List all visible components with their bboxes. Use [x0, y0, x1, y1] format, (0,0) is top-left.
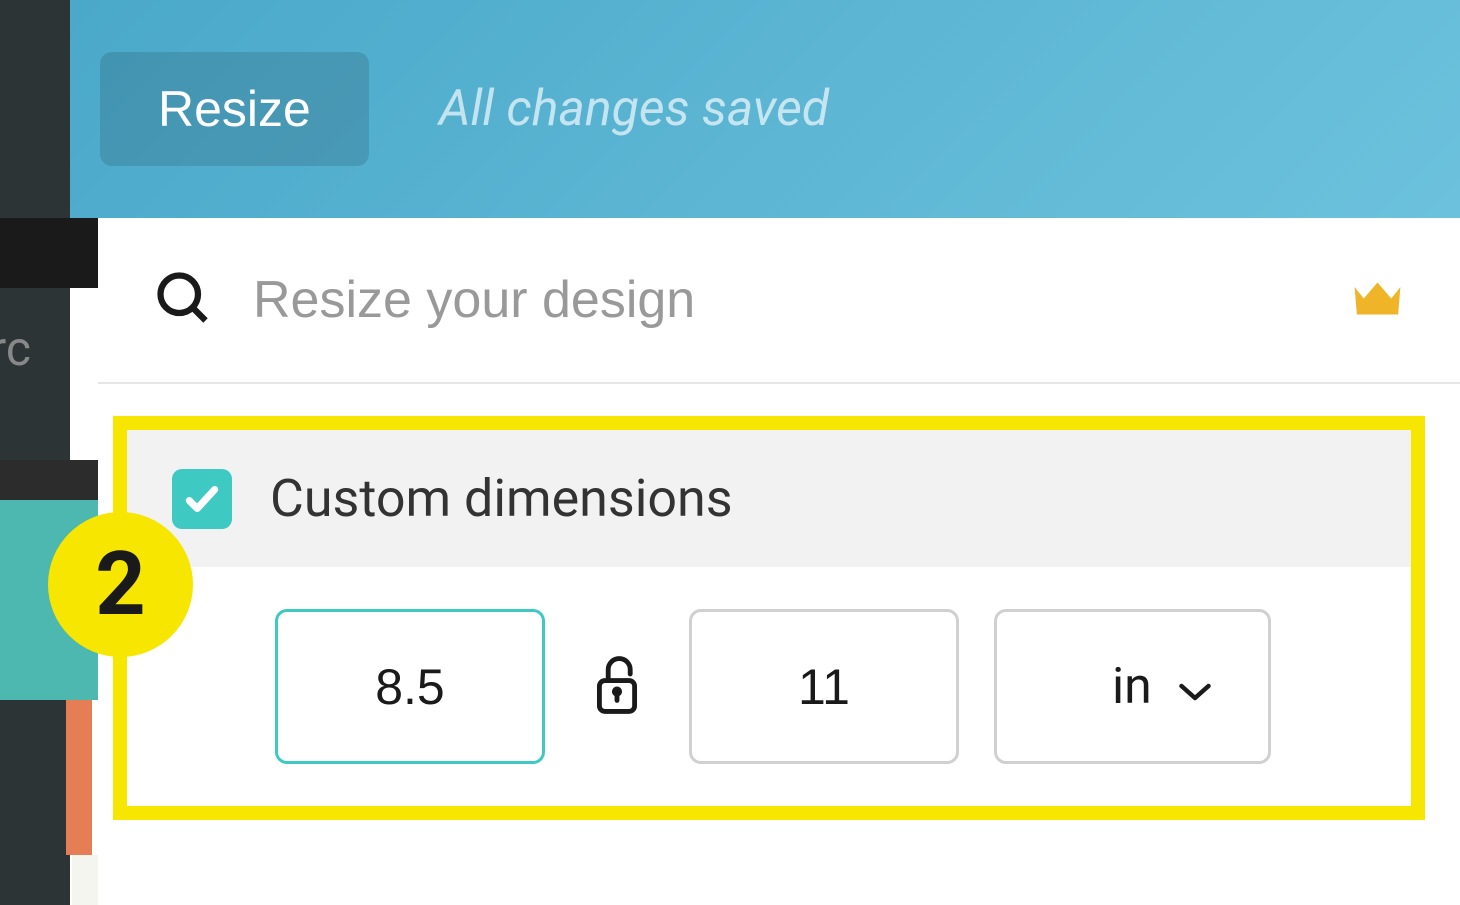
custom-dimensions-row[interactable]: Custom dimensions [127, 430, 1411, 567]
crown-icon [1350, 276, 1405, 325]
chevron-down-icon [1177, 658, 1213, 716]
sidebar-thumb-white [72, 855, 98, 905]
width-input[interactable] [275, 609, 545, 764]
dimensions-inputs-row: in [127, 567, 1411, 806]
sidebar-thumb-orange [66, 700, 92, 855]
search-row [98, 218, 1460, 384]
highlight-annotation-box: 2 Custom dimensions in [113, 416, 1425, 820]
resize-panel: 2 Custom dimensions in [98, 218, 1460, 905]
top-header: Resize All changes saved [70, 0, 1460, 218]
custom-dimensions-checkbox[interactable] [172, 469, 232, 529]
sidebar-thumb-dark [0, 460, 98, 500]
step-number-badge: 2 [48, 512, 193, 657]
unit-select-value: in [1112, 658, 1152, 716]
unit-select[interactable]: in [994, 609, 1271, 764]
sidebar-partial-text: rc [0, 320, 100, 377]
sidebar-dark-region [0, 218, 98, 288]
search-input[interactable] [253, 270, 1330, 330]
search-icon [153, 268, 213, 332]
height-input[interactable] [689, 609, 959, 764]
resize-button[interactable]: Resize [100, 52, 369, 166]
left-sidebar-strip [0, 0, 70, 905]
lock-aspect-toggle[interactable] [590, 652, 644, 722]
save-status-text: All changes saved [439, 80, 829, 138]
custom-dimensions-label: Custom dimensions [270, 468, 733, 529]
